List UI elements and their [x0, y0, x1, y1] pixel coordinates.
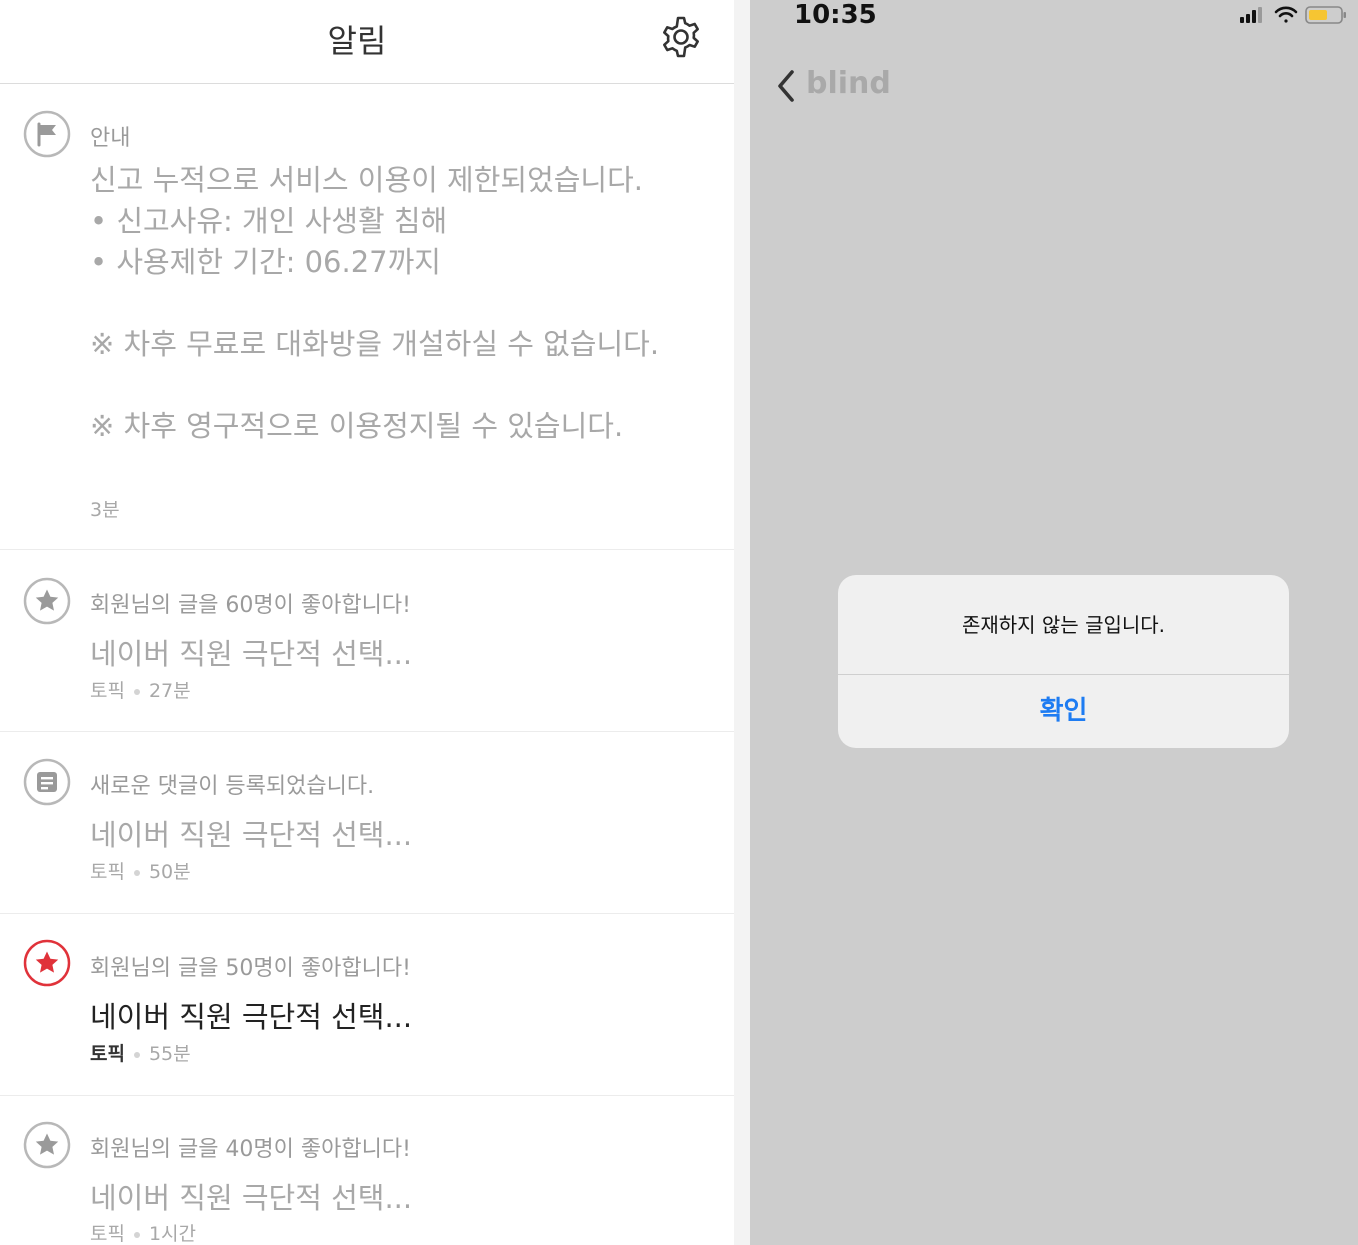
separator-dot	[133, 869, 140, 876]
topic-tag: 토픽	[90, 1223, 125, 1245]
notification-title: 네이버 직원 극단적 선택...	[90, 1181, 413, 1215]
chevron-left-icon	[774, 68, 798, 104]
alert-message: 존재하지 않는 글입니다.	[961, 613, 1166, 637]
gear-icon[interactable]	[658, 14, 704, 60]
notification-time: 50분	[148, 861, 191, 883]
notification-message: 신고 누적으로 서비스 이용이 제한되었습니다. • 신고사유: 개인 사생활 …	[90, 160, 659, 447]
notification-meta: 토픽 50분	[90, 857, 191, 884]
notification-category: 회원님의 글을 60명이 좋아합니다!	[90, 593, 411, 618]
signal-icon	[1240, 7, 1262, 23]
topic-tag: 토픽	[90, 680, 125, 702]
notification-category: 안내	[90, 126, 131, 151]
notification-item[interactable]: 새로운 댓글이 등록되었습니다. 네이버 직원 극단적 선택... 토픽 50분	[0, 733, 734, 914]
notifications-header: 알림	[0, 0, 734, 84]
notification-item-unread[interactable]: 회원님의 글을 50명이 좋아합니다! 네이버 직원 극단적 선택... 토픽 5…	[0, 915, 734, 1096]
notification-meta: 토픽 55분	[90, 1039, 191, 1066]
status-bar-icons	[1238, 4, 1350, 26]
notification-item[interactable]: 안내 신고 누적으로 서비스 이용이 제한되었습니다. • 신고사유: 개인 사…	[0, 85, 734, 550]
separator-dot	[133, 1051, 140, 1058]
comment-icon	[23, 758, 71, 806]
notification-meta: 토픽 1시간	[90, 1219, 196, 1245]
message-line: • 신고사유: 개인 사생활 침해	[90, 204, 448, 238]
star-icon	[23, 939, 71, 987]
panel-divider	[734, 0, 750, 1245]
notification-time: 55분	[148, 1043, 191, 1065]
alert-dialog: 존재하지 않는 글입니다. 확인	[838, 575, 1289, 748]
wifi-icon	[1274, 6, 1298, 23]
back-button[interactable]: blind	[774, 66, 904, 106]
star-icon	[23, 577, 71, 625]
notification-time: 3분	[90, 499, 120, 521]
notification-time: 1시간	[148, 1223, 197, 1245]
message-line: 신고 누적으로 서비스 이용이 제한되었습니다.	[90, 163, 644, 197]
notification-meta: 토픽 27분	[90, 676, 191, 703]
status-bar-time: 10:35	[794, 0, 877, 30]
notifications-screen: 알림 안내 신고 누적으로 서비스 이용이 제한되었습니다. • 신고사유: 개…	[0, 0, 734, 1245]
notification-title: 네이버 직원 극단적 선택...	[90, 818, 413, 852]
notification-category: 새로운 댓글이 등록되었습니다.	[90, 774, 375, 799]
topic-tag: 토픽	[90, 861, 125, 883]
notification-category: 회원님의 글을 40명이 좋아합니다!	[90, 1137, 411, 1162]
star-icon	[23, 1121, 71, 1169]
notification-title: 네이버 직원 극단적 선택...	[90, 637, 413, 671]
back-button-label: blind	[806, 66, 891, 101]
flag-icon	[23, 110, 71, 158]
battery-icon	[1305, 6, 1346, 24]
notification-item[interactable]: 회원님의 글을 60명이 좋아합니다! 네이버 직원 극단적 선택... 토픽 2…	[0, 551, 734, 732]
confirm-button[interactable]: 확인	[838, 675, 1289, 748]
topic-tag: 토픽	[90, 1043, 125, 1065]
notification-category: 회원님의 글을 50명이 좋아합니다!	[90, 956, 411, 981]
separator-dot	[133, 688, 140, 695]
message-line: ※ 차후 무료로 대화방을 개설하실 수 없습니다.	[90, 327, 660, 361]
alert-screen: 10:35 blind 존재하지 않는 글입니다. 확인	[750, 0, 1358, 1245]
page-title: 알림	[327, 22, 387, 60]
notification-time: 27분	[148, 680, 191, 702]
separator-dot	[133, 1231, 140, 1238]
notification-title: 네이버 직원 극단적 선택...	[90, 1000, 413, 1034]
message-line: • 사용제한 기간: 06.27까지	[90, 245, 441, 279]
notification-item[interactable]: 회원님의 글을 40명이 좋아합니다! 네이버 직원 극단적 선택... 토픽 1…	[0, 1097, 734, 1245]
message-line: ※ 차후 영구적으로 이용정지될 수 있습니다.	[90, 409, 624, 443]
